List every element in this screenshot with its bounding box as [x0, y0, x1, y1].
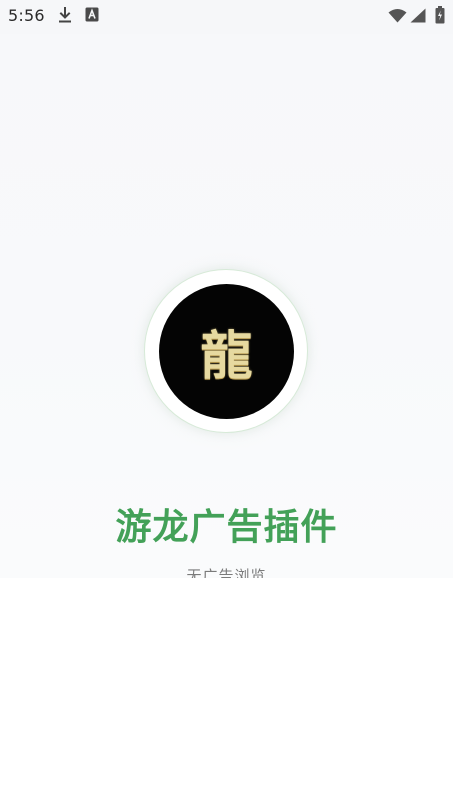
app-title: 游龙广告插件: [115, 507, 338, 548]
bottom-fade-panel: [0, 578, 453, 805]
wifi-icon: [388, 8, 407, 27]
signal-icon: [410, 8, 426, 27]
logo-dragon-character: 龍: [200, 326, 253, 387]
app-tagline: 无广告浏览: [186, 567, 267, 578]
status-bar: 5:56: [0, 0, 453, 34]
tagline-container: 无广告浏览: [0, 562, 453, 578]
download-icon: [58, 7, 72, 28]
a-icon: [85, 7, 99, 26]
battery-icon: [435, 6, 445, 28]
status-time: 5:56: [8, 6, 45, 25]
